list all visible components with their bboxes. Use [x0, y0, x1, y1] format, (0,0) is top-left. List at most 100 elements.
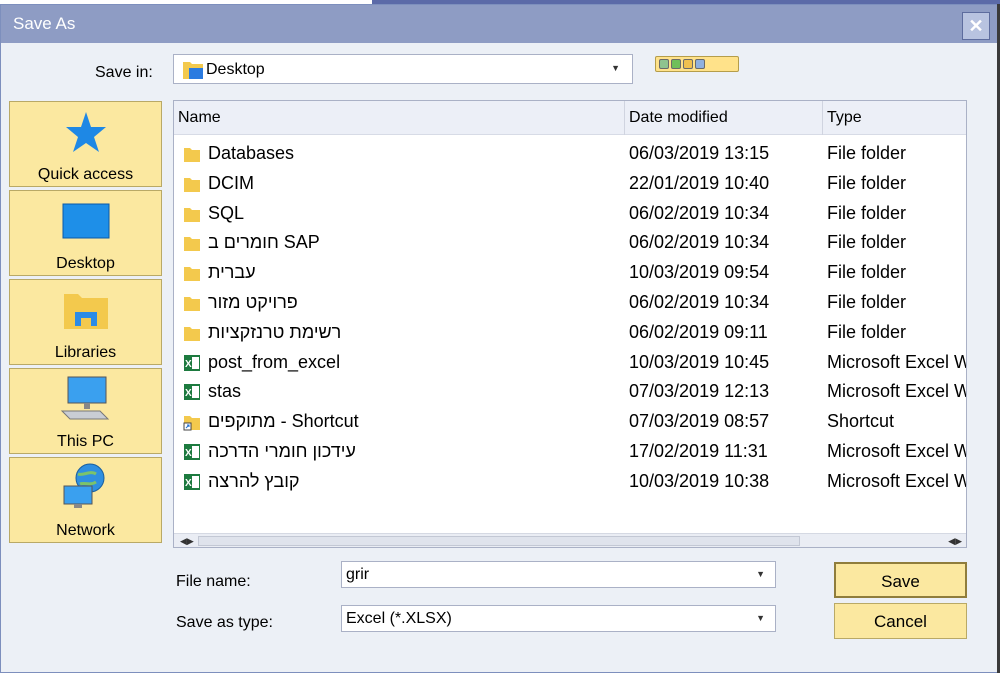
excel-icon: X [183, 354, 201, 372]
cancel-button[interactable]: Cancel [834, 603, 967, 639]
svg-text:X: X [185, 359, 192, 370]
save-in-dropdown[interactable]: Desktop ▼ [173, 54, 633, 84]
file-list[interactable]: Name Date modified Type Databases 06/03/2… [173, 100, 967, 548]
folder-icon [183, 205, 201, 223]
file-row[interactable]: Xpost_from_excel 10/03/2019 10:45 Microsof… [174, 348, 966, 378]
file-name-cell: קובץ להרצה [208, 470, 300, 491]
file-type-cell: File folder [827, 143, 907, 163]
file-row[interactable]: פרויקט מזור 06/02/2019 10:34 File folder [174, 288, 966, 318]
scrollbar-thumb[interactable] [198, 536, 800, 546]
file-type-cell: File folder [827, 232, 907, 253]
file-name-cell: פרויקט מזור [208, 292, 298, 312]
column-date-modified[interactable]: Date modified [625, 101, 823, 135]
window-title: Save As [13, 14, 76, 33]
view-menu-icon[interactable] [695, 59, 705, 69]
libraries-icon [63, 294, 108, 329]
file-row[interactable]: Databases 06/03/2019 13:15 File folder [174, 139, 966, 169]
save-as-type-dropdown[interactable]: Excel (*.XLSX) ▼ [341, 605, 776, 632]
scroll-right-icon[interactable]: ◀▶ [948, 536, 962, 547]
place-label: Libraries [54, 344, 117, 361]
file-row[interactable]: רשימת טרנזקציות 06/02/2019 09:11 File fold… [174, 318, 966, 348]
shortcut-icon [183, 413, 201, 431]
up-folder-icon[interactable] [671, 59, 681, 69]
place-libraries[interactable]: Libraries [9, 279, 162, 365]
file-date-cell: 06/02/2019 10:34 [629, 202, 770, 223]
svg-text:X: X [185, 448, 192, 459]
file-row[interactable]: Xstas 07/03/2019 12:13 Microsoft Excel W [174, 377, 966, 407]
file-name-cell: stas [208, 381, 242, 402]
file-name-cell: רשימת טרנזקציות [208, 321, 342, 342]
new-folder-icon[interactable] [683, 59, 693, 69]
file-date-cell: 17/02/2019 11:31 [629, 441, 768, 461]
file-type-cell: File folder [827, 172, 907, 193]
desktop-icon [62, 203, 109, 239]
place-label: Desktop [56, 255, 115, 272]
folder-icon [183, 62, 203, 79]
folder-icon [183, 264, 201, 282]
save-in-value: Desktop [206, 61, 265, 78]
excel-icon: X [183, 473, 201, 491]
star-icon [65, 112, 106, 152]
save-in-label: Save in: [95, 64, 153, 81]
file-name-cell: עידכון חומרי הדרכה [208, 441, 356, 461]
file-date-cell: 07/03/2019 08:57 [629, 411, 770, 432]
place-label: This PC [57, 433, 114, 450]
file-name-cell: עברית [208, 262, 256, 283]
place-desktop[interactable]: Desktop [9, 190, 162, 276]
file-type-cell: Microsoft Excel W [827, 470, 967, 491]
place-this-pc[interactable]: This PC [9, 368, 162, 454]
chevron-down-icon[interactable]: ▼ [756, 613, 765, 623]
file-row[interactable]: עברית 10/03/2019 09:54 File folder [174, 258, 966, 288]
chevron-down-icon: ▼ [611, 63, 620, 73]
file-type-cell: Microsoft Excel W [827, 441, 967, 461]
save-as-type-value: Excel (*.XLSX) [346, 610, 452, 627]
network-icon [63, 463, 104, 508]
svg-text:X: X [185, 478, 192, 489]
folder-icon [183, 145, 201, 163]
file-row[interactable]: X קובץ להרצה 10/03/2019 10:38 Microsoft Exc… [174, 467, 966, 497]
file-row[interactable]: X עידכון חומרי הדרכה 17/02/2019 11:31 Micro… [174, 437, 966, 467]
file-row[interactable]: חומרים ב SAP 06/02/2019 10:34 File folder [174, 228, 966, 258]
back-icon[interactable] [659, 59, 669, 69]
save-as-dialog: Save As ✕ Save in: Desktop ▼ Quick acces… [0, 4, 998, 673]
excel-icon: X [183, 383, 201, 401]
navigation-toolbar [655, 56, 739, 72]
file-type-cell: File folder [827, 202, 907, 223]
file-date-cell: 10/03/2019 09:54 [629, 262, 770, 283]
file-type-cell: Shortcut [827, 411, 895, 432]
file-date-cell: 06/02/2019 10:34 [629, 292, 770, 312]
place-network[interactable]: Network [9, 457, 162, 543]
file-date-cell: 10/03/2019 10:38 [629, 470, 770, 491]
file-row[interactable]: מתוקפים - Shortcut 07/03/2019 08:57 Shortc… [174, 407, 966, 437]
chevron-down-icon[interactable]: ▼ [756, 569, 765, 579]
column-type[interactable]: Type [823, 101, 966, 135]
file-date-cell: 06/03/2019 13:15 [629, 143, 770, 163]
file-date-cell: 06/02/2019 09:11 [629, 321, 768, 342]
save-as-type-label: Save as type: [176, 614, 273, 631]
file-name-input[interactable]: grir ▼ [341, 561, 776, 588]
file-date-cell: 22/01/2019 10:40 [629, 172, 770, 193]
file-name-cell: SQL [208, 202, 245, 223]
place-quick-access[interactable]: Quick access [9, 101, 162, 187]
save-button[interactable]: Save [834, 562, 967, 598]
file-name-cell: חומרים ב SAP [208, 232, 320, 253]
folder-icon [183, 234, 201, 252]
folder-icon [183, 324, 201, 342]
title-bar: Save As ✕ [1, 5, 997, 43]
folder-icon [183, 294, 201, 312]
file-type-cell: Microsoft Excel W [827, 351, 967, 372]
scroll-left-icon[interactable]: ◀▶ [180, 536, 194, 547]
file-row[interactable]: SQL 06/02/2019 10:34 File folder [174, 199, 966, 229]
close-button[interactable]: ✕ [962, 12, 990, 40]
file-row[interactable]: DCIM 22/01/2019 10:40 File folder [174, 169, 966, 199]
excel-icon: X [183, 443, 201, 461]
horizontal-scrollbar[interactable]: ◀▶ ◀▶ [174, 533, 966, 547]
place-label: Network [56, 522, 115, 539]
file-type-cell: File folder [827, 262, 907, 283]
file-date-cell: 06/02/2019 10:34 [629, 232, 770, 253]
file-type-cell: Microsoft Excel W [827, 381, 967, 402]
file-name-cell: מתוקפים - Shortcut [208, 411, 359, 432]
file-date-cell: 10/03/2019 10:45 [629, 351, 770, 372]
column-name[interactable]: Name [174, 101, 625, 135]
close-icon: ✕ [968, 15, 984, 36]
